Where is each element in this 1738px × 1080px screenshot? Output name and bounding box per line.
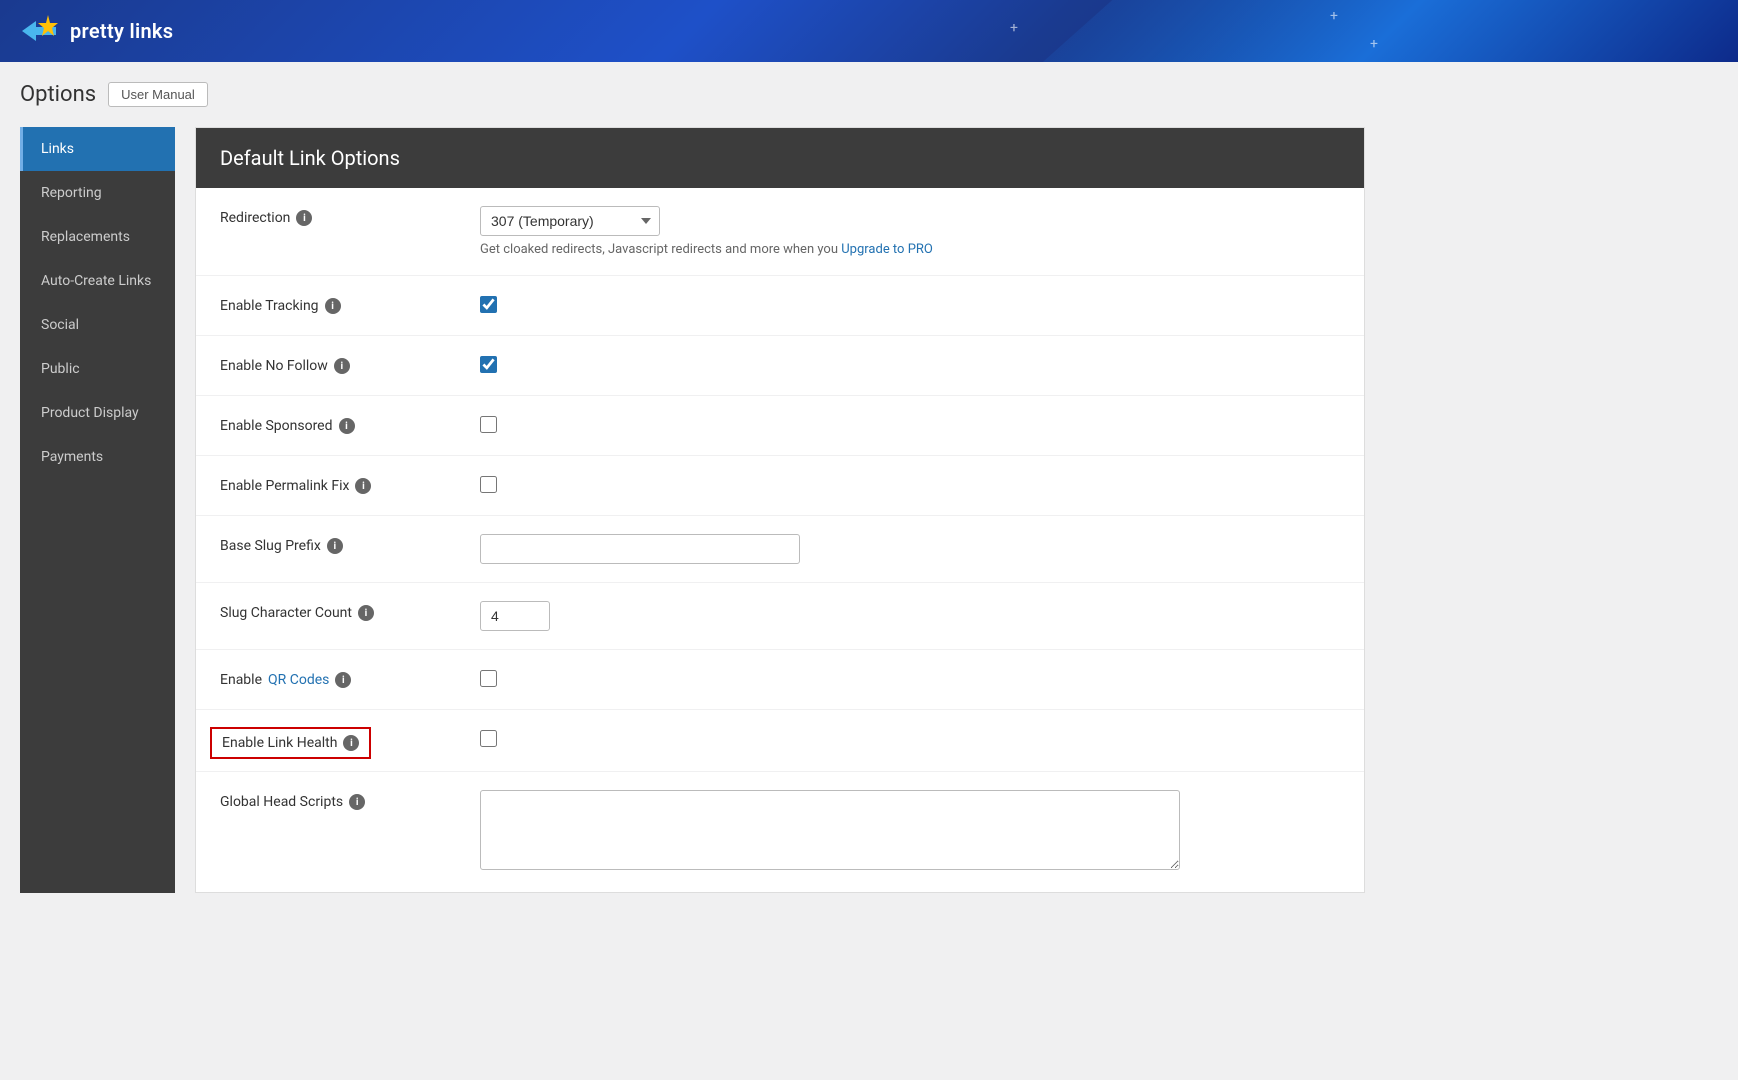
enable-permalink-fix-control-col (480, 474, 1340, 497)
enable-permalink-fix-checkbox[interactable] (480, 476, 497, 493)
sidebar-item-payments[interactable]: Payments (20, 435, 175, 479)
enable-link-health-control-col (480, 728, 1340, 751)
sidebar-item-replacements[interactable]: Replacements (20, 215, 175, 259)
enable-no-follow-label: Enable No Follow i (220, 358, 480, 374)
enable-no-follow-control-col (480, 354, 1340, 377)
enable-qr-codes-label: Enable QR Codes i (220, 672, 480, 688)
sidebar-item-social[interactable]: Social (20, 303, 175, 347)
enable-link-health-label: Enable Link Health i (210, 727, 371, 759)
redirection-select[interactable]: 307 (Temporary) 301 (Permanent) 302 (Tem… (480, 206, 660, 236)
redirection-label: Redirection i (220, 210, 480, 226)
base-slug-prefix-input[interactable] (480, 534, 800, 564)
page-title: Options (20, 82, 96, 107)
enable-link-health-info-icon[interactable]: i (343, 735, 359, 751)
qr-codes-link[interactable]: QR Codes (268, 672, 329, 688)
slug-character-count-label-col: Slug Character Count i (220, 601, 480, 621)
base-slug-prefix-label: Base Slug Prefix i (220, 538, 480, 554)
upgrade-pro-link[interactable]: Upgrade to PRO (841, 242, 933, 257)
panel-header: Default Link Options (196, 128, 1364, 188)
redirection-row: Redirection i 307 (Temporary) 301 (Perma… (196, 188, 1364, 276)
redirection-hint: Get cloaked redirects, Javascript redire… (480, 242, 1340, 257)
star-decoration-1: + (1330, 8, 1338, 24)
base-slug-prefix-control-col (480, 534, 1340, 564)
enable-link-health-label-col: Enable Link Health i (220, 728, 480, 753)
sidebar-item-auto-create[interactable]: Auto-Create Links (20, 259, 175, 303)
enable-no-follow-checkbox[interactable] (480, 356, 497, 373)
enable-tracking-checkbox[interactable] (480, 296, 497, 313)
enable-sponsored-checkbox[interactable] (480, 416, 497, 433)
base-slug-prefix-row: Base Slug Prefix i (196, 516, 1364, 583)
main-layout: Links Reporting Replacements Auto-Create… (20, 127, 1718, 893)
slug-character-count-control-col (480, 601, 1340, 631)
sidebar: Links Reporting Replacements Auto-Create… (20, 127, 175, 893)
global-head-scripts-textarea[interactable] (480, 790, 1180, 870)
enable-sponsored-info-icon[interactable]: i (339, 418, 355, 434)
slug-character-count-label: Slug Character Count i (220, 605, 480, 621)
global-head-scripts-control-col (480, 790, 1340, 874)
enable-sponsored-row: Enable Sponsored i (196, 396, 1364, 456)
global-head-scripts-info-icon[interactable]: i (349, 794, 365, 810)
page-title-area: Options User Manual (20, 82, 1718, 107)
enable-sponsored-control-col (480, 414, 1340, 437)
enable-tracking-info-icon[interactable]: i (325, 298, 341, 314)
logo-star-icon (20, 11, 60, 51)
enable-no-follow-label-col: Enable No Follow i (220, 354, 480, 374)
panel-body: Redirection i 307 (Temporary) 301 (Perma… (196, 188, 1364, 892)
enable-qr-codes-info-icon[interactable]: i (335, 672, 351, 688)
redirection-info-icon[interactable]: i (296, 210, 312, 226)
app-header: + + + pretty links (0, 0, 1738, 62)
enable-qr-codes-control-col (480, 668, 1340, 691)
sidebar-item-links[interactable]: Links (20, 127, 175, 171)
logo-text: pretty links (70, 19, 173, 43)
enable-tracking-control-col (480, 294, 1340, 317)
enable-qr-codes-row: Enable QR Codes i (196, 650, 1364, 710)
content-area: Default Link Options Redirection i (175, 127, 1718, 893)
slug-character-count-input[interactable] (480, 601, 550, 631)
enable-sponsored-label-col: Enable Sponsored i (220, 414, 480, 434)
user-manual-button[interactable]: User Manual (108, 82, 208, 107)
slug-character-count-row: Slug Character Count i (196, 583, 1364, 650)
enable-tracking-label-col: Enable Tracking i (220, 294, 480, 314)
star-decoration-3: + (1370, 36, 1378, 52)
sidebar-item-product-display[interactable]: Product Display (20, 391, 175, 435)
enable-permalink-fix-label: Enable Permalink Fix i (220, 478, 480, 494)
page-wrapper: Options User Manual Links Reporting Repl… (0, 62, 1738, 913)
enable-tracking-row: Enable Tracking i (196, 276, 1364, 336)
redirection-label-col: Redirection i (220, 206, 480, 226)
base-slug-prefix-info-icon[interactable]: i (327, 538, 343, 554)
sidebar-item-public[interactable]: Public (20, 347, 175, 391)
star-decoration-2: + (1010, 20, 1018, 36)
redirection-control-col: 307 (Temporary) 301 (Permanent) 302 (Tem… (480, 206, 1340, 257)
enable-no-follow-row: Enable No Follow i (196, 336, 1364, 396)
global-head-scripts-label-col: Global Head Scripts i (220, 790, 480, 810)
enable-qr-codes-checkbox[interactable] (480, 670, 497, 687)
sidebar-item-reporting[interactable]: Reporting (20, 171, 175, 215)
logo: pretty links (20, 11, 173, 51)
enable-no-follow-info-icon[interactable]: i (334, 358, 350, 374)
enable-tracking-label: Enable Tracking i (220, 298, 480, 314)
base-slug-prefix-label-col: Base Slug Prefix i (220, 534, 480, 554)
slug-character-count-info-icon[interactable]: i (358, 605, 374, 621)
enable-sponsored-label: Enable Sponsored i (220, 418, 480, 434)
enable-link-health-checkbox[interactable] (480, 730, 497, 747)
enable-permalink-fix-label-col: Enable Permalink Fix i (220, 474, 480, 494)
enable-qr-codes-label-col: Enable QR Codes i (220, 668, 480, 688)
global-head-scripts-label: Global Head Scripts i (220, 794, 480, 810)
enable-permalink-fix-info-icon[interactable]: i (355, 478, 371, 494)
content-panel: Default Link Options Redirection i (195, 127, 1365, 893)
enable-permalink-fix-row: Enable Permalink Fix i (196, 456, 1364, 516)
global-head-scripts-row: Global Head Scripts i (196, 772, 1364, 892)
enable-link-health-row: Enable Link Health i (196, 710, 1364, 772)
